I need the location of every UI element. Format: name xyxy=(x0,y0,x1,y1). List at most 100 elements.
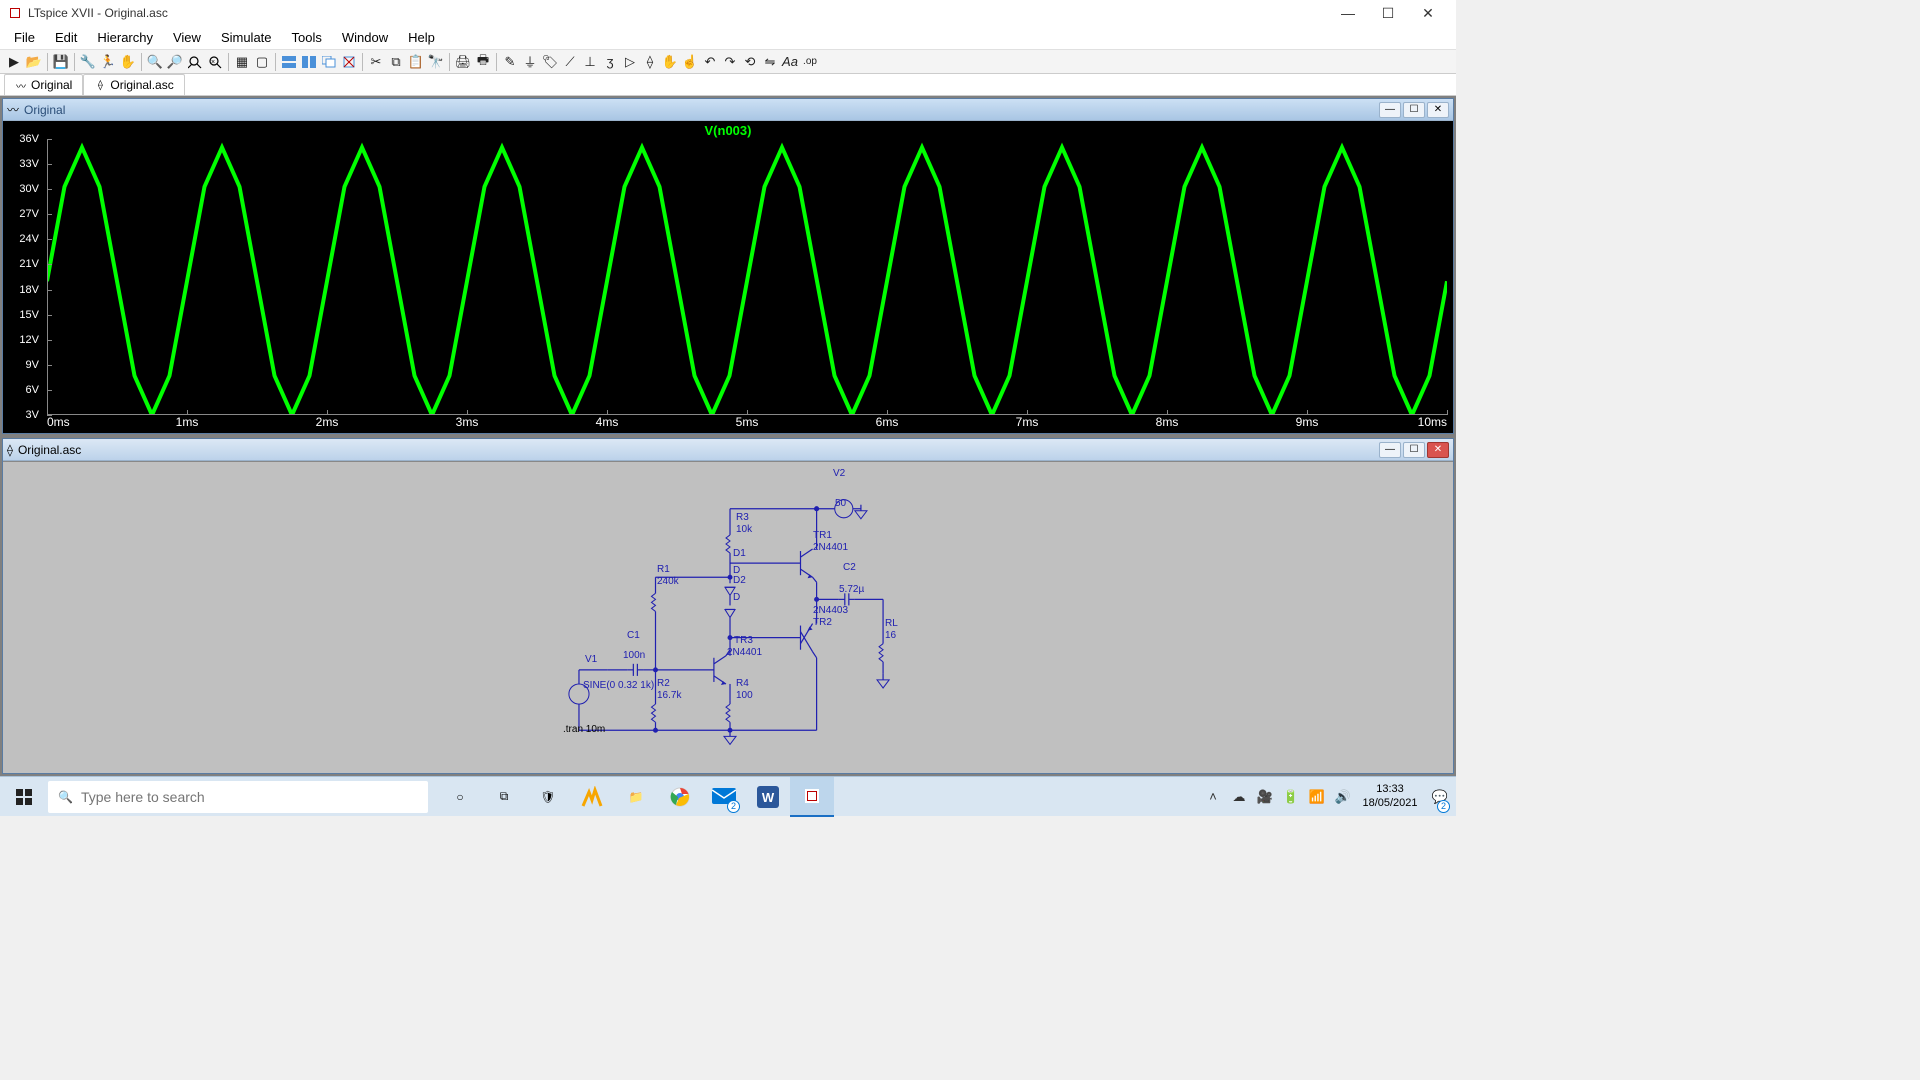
text-button[interactable]: Aa xyxy=(780,52,800,72)
menu-hierarchy[interactable]: Hierarchy xyxy=(87,28,163,47)
label-tr2-name[interactable]: TR2 xyxy=(813,617,832,628)
label-v1-name[interactable]: V1 xyxy=(585,654,597,665)
inductor-button[interactable]: ʒ xyxy=(600,52,620,72)
taskbar-file-explorer[interactable]: 📁 xyxy=(614,777,658,817)
label-v2-name[interactable]: V2 xyxy=(833,468,845,479)
label-v1-val[interactable]: SINE(0 0.32 1k) xyxy=(583,680,654,691)
close-all-button[interactable] xyxy=(339,52,359,72)
task-view-button[interactable]: ⧉ xyxy=(482,777,526,817)
label-r1-name[interactable]: R1 xyxy=(657,564,670,575)
tray-onedrive-icon[interactable]: ☁ xyxy=(1226,777,1252,817)
menu-help[interactable]: Help xyxy=(398,28,445,47)
zoom-back-button[interactable]: × xyxy=(205,52,225,72)
label-r4-val[interactable]: 100 xyxy=(736,690,753,701)
taskbar-app-1[interactable]: 🛡 xyxy=(526,777,570,817)
subwin-minimize-button[interactable]: — xyxy=(1379,102,1401,118)
label-c2-val[interactable]: 5.72µ xyxy=(839,584,864,595)
plot-area[interactable] xyxy=(47,139,1447,415)
close-button[interactable]: ✕ xyxy=(1408,0,1448,26)
print-button[interactable]: 🖨 xyxy=(453,52,473,72)
menu-simulate[interactable]: Simulate xyxy=(211,28,282,47)
label-r4-name[interactable]: R4 xyxy=(736,678,749,689)
redo-button[interactable]: ↷ xyxy=(720,52,740,72)
tray-chevron-up-icon[interactable]: ˄ xyxy=(1200,777,1226,817)
undo-button[interactable]: ↶ xyxy=(700,52,720,72)
zoom-in-button[interactable]: 🔍 xyxy=(145,52,165,72)
waveform-plot[interactable]: V(n003) 36V33V30V27V24V21V18V15V12V9V6V3… xyxy=(3,121,1453,433)
label-v2-val[interactable]: 50 xyxy=(835,498,846,509)
label-r2-val[interactable]: 16.7k xyxy=(657,690,681,701)
cascade-button[interactable] xyxy=(319,52,339,72)
zoom-out-button[interactable]: 🔎 xyxy=(165,52,185,72)
x-axis[interactable]: 0ms1ms2ms3ms4ms5ms6ms7ms8ms9ms10ms xyxy=(47,415,1447,433)
paste-button[interactable]: 📋 xyxy=(406,52,426,72)
mirror-button[interactable]: ⇋ xyxy=(760,52,780,72)
drag-button[interactable]: ☝ xyxy=(680,52,700,72)
label-rl-val[interactable]: 16 xyxy=(885,630,896,641)
label-rl-name[interactable]: RL xyxy=(885,618,898,629)
label-tr2-val[interactable]: 2N4403 xyxy=(813,605,848,616)
new-schematic-button[interactable]: ▶ xyxy=(4,52,24,72)
label-net-button[interactable]: 🏷 xyxy=(540,52,560,72)
diode-button[interactable]: ▷ xyxy=(620,52,640,72)
tray-wifi-icon[interactable]: 📶 xyxy=(1304,777,1330,817)
label-d1-name[interactable]: D1 xyxy=(733,548,746,559)
taskbar-ltspice[interactable] xyxy=(790,777,834,817)
tray-meet-now-icon[interactable]: 🎥 xyxy=(1252,777,1278,817)
label-tr3-val[interactable]: 2N4401 xyxy=(727,647,762,658)
subwin-minimize-button[interactable]: — xyxy=(1379,442,1401,458)
autorange-button[interactable]: ▦ xyxy=(232,52,252,72)
minimize-button[interactable]: — xyxy=(1328,0,1368,26)
maximize-button[interactable]: ☐ xyxy=(1368,0,1408,26)
search-button[interactable]: 🔭 xyxy=(426,52,446,72)
menu-edit[interactable]: Edit xyxy=(45,28,87,47)
tray-clock[interactable]: 13:33 18/05/2021 xyxy=(1356,783,1424,809)
tile-horz-button[interactable] xyxy=(279,52,299,72)
cortana-button[interactable]: ○ xyxy=(438,777,482,817)
schematic-canvas[interactable]: V2 50 R3 10k TR1 2N4401 D1 D D2 D R1 240… xyxy=(3,461,1453,773)
start-button[interactable] xyxy=(0,777,48,817)
resistor-button[interactable]: ⟋ xyxy=(560,52,580,72)
label-tr1-name[interactable]: TR1 xyxy=(813,530,832,541)
tray-volume-icon[interactable]: 🔊 xyxy=(1330,777,1356,817)
subwin-maximize-button[interactable]: ☐ xyxy=(1403,102,1425,118)
tab-waveform[interactable]: 〰 Original xyxy=(4,74,83,95)
taskbar-mail[interactable]: 2 xyxy=(702,777,746,817)
label-tr3-name[interactable]: TR3 xyxy=(734,635,753,646)
search-input[interactable] xyxy=(81,789,418,805)
component-button[interactable]: ⟠ xyxy=(640,52,660,72)
spice-directive-button[interactable]: .op xyxy=(800,52,820,72)
menu-tools[interactable]: Tools xyxy=(282,28,332,47)
taskbar-app-2[interactable] xyxy=(570,777,614,817)
move-button[interactable]: ✋ xyxy=(660,52,680,72)
label-c1-val[interactable]: 100n xyxy=(623,650,645,661)
search-box[interactable]: 🔍 xyxy=(48,781,428,813)
subwin-maximize-button[interactable]: ☐ xyxy=(1403,442,1425,458)
subwin-close-button[interactable]: ✕ xyxy=(1427,102,1449,118)
tray-notifications-icon[interactable]: 💬2 xyxy=(1424,777,1456,817)
menu-file[interactable]: File xyxy=(4,28,45,47)
label-r3-val[interactable]: 10k xyxy=(736,524,752,535)
copy-button[interactable]: ⧉ xyxy=(386,52,406,72)
label-c1-name[interactable]: C1 xyxy=(627,630,640,641)
taskbar-word[interactable]: W xyxy=(746,777,790,817)
menu-view[interactable]: View xyxy=(163,28,211,47)
label-d2-val[interactable]: D xyxy=(733,592,740,603)
open-button[interactable]: 📂 xyxy=(24,52,44,72)
run-button[interactable]: 🏃 xyxy=(98,52,118,72)
rotate-button[interactable]: ⟲ xyxy=(740,52,760,72)
pan-button[interactable]: ✋ xyxy=(118,52,138,72)
print-setup-button[interactable]: 🖶 xyxy=(473,52,493,72)
label-d2-name[interactable]: D2 xyxy=(733,575,746,586)
capacitor-button[interactable]: ⊥ xyxy=(580,52,600,72)
spice-directive[interactable]: .tran 10m xyxy=(563,724,605,735)
taskbar-chrome[interactable] xyxy=(658,777,702,817)
tray-battery-icon[interactable]: 🔋 xyxy=(1278,777,1304,817)
label-r2-name[interactable]: R2 xyxy=(657,678,670,689)
menu-window[interactable]: Window xyxy=(332,28,398,47)
trace-label[interactable]: V(n003) xyxy=(705,123,752,138)
y-axis[interactable]: 36V33V30V27V24V21V18V15V12V9V6V3V xyxy=(3,139,47,415)
subwin-close-button[interactable]: ✕ xyxy=(1427,442,1449,458)
draw-wire-button[interactable]: ✎ xyxy=(500,52,520,72)
pick-visible-button[interactable]: ▢ xyxy=(252,52,272,72)
